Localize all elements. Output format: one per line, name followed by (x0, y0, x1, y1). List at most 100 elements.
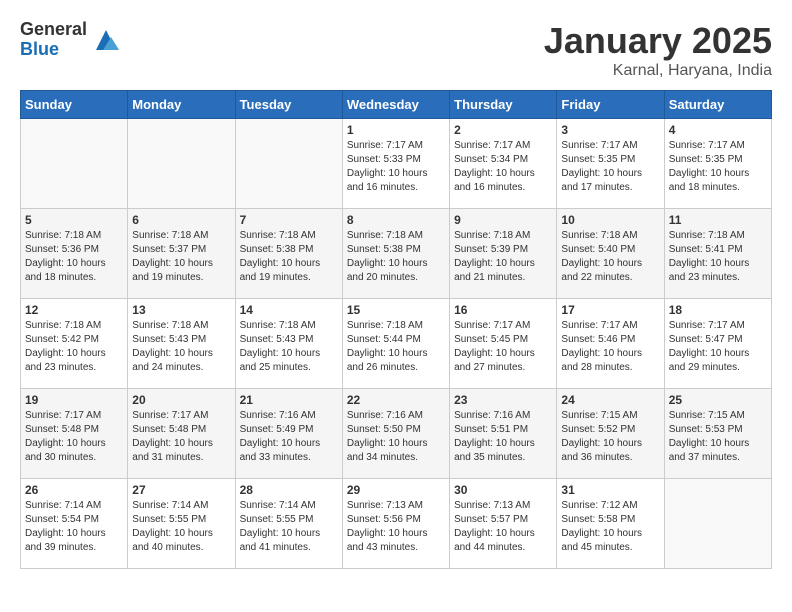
day-number: 20 (132, 393, 230, 407)
day-number: 25 (669, 393, 767, 407)
location-subtitle: Karnal, Haryana, India (544, 62, 772, 80)
day-info: Sunrise: 7:13 AM Sunset: 5:57 PM Dayligh… (454, 499, 552, 555)
weekday-header-sunday: Sunday (21, 91, 128, 119)
day-cell: 17Sunrise: 7:17 AM Sunset: 5:46 PM Dayli… (557, 299, 664, 389)
day-number: 22 (347, 393, 445, 407)
day-info: Sunrise: 7:17 AM Sunset: 5:35 PM Dayligh… (669, 139, 767, 195)
day-cell: 10 Sunrise: 7:18 AM Sunset: 5:40 PM Dayli… (557, 209, 664, 299)
day-info: Sunrise: 7:18 AM Sunset: 5:37 PM Dayligh… (132, 229, 230, 285)
day-cell: 3Sunrise: 7:17 AM Sunset: 5:35 PM Daylig… (557, 119, 664, 209)
day-info: Sunrise: 7:18 AM Sunset: 5:40 PM Dayligh… (561, 229, 659, 285)
day-cell: 21 Sunrise: 7:16 AM Sunset: 5:49 PM Dayli… (235, 389, 342, 479)
day-cell: 28 Sunrise: 7:14 AM Sunset: 5:55 PM Dayli… (235, 479, 342, 569)
day-cell: 26 Sunrise: 7:14 AM Sunset: 5:54 PM Dayli… (21, 479, 128, 569)
day-cell: 14 Sunrise: 7:18 AM Sunset: 5:43 PM Dayli… (235, 299, 342, 389)
day-info: Sunrise: 7:17 AM Sunset: 5:45 PM Dayligh… (454, 319, 552, 375)
logo-general: General (20, 20, 87, 40)
day-info: Sunrise: 7:18 AM Sunset: 5:36 PM Dayligh… (25, 229, 123, 285)
logo-blue: Blue (20, 40, 87, 60)
day-number: 13 (132, 303, 230, 317)
day-number: 31 (561, 483, 659, 497)
day-info: Sunrise: 7:18 AM Sunset: 5:38 PM Dayligh… (240, 229, 338, 285)
day-info: Sunrise: 7:18 AM Sunset: 5:41 PM Dayligh… (669, 229, 767, 285)
day-number: 28 (240, 483, 338, 497)
day-number: 5 (25, 213, 123, 227)
day-cell: 29 Sunrise: 7:13 AM Sunset: 5:56 PM Dayli… (342, 479, 449, 569)
week-row-1: 1 Sunrise: 7:17 AM Sunset: 5:33 PM Daylig… (21, 119, 772, 209)
day-number: 19 (25, 393, 123, 407)
day-info: Sunrise: 7:17 AM Sunset: 5:48 PM Dayligh… (25, 409, 123, 465)
day-cell: 24 Sunrise: 7:15 AM Sunset: 5:52 PM Dayli… (557, 389, 664, 479)
weekday-header-friday: Friday (557, 91, 664, 119)
day-number: 26 (25, 483, 123, 497)
day-cell: 6Sunrise: 7:18 AM Sunset: 5:37 PM Daylig… (128, 209, 235, 299)
logo-icon (91, 25, 121, 55)
day-number: 10 (561, 213, 659, 227)
logo-text: General Blue (20, 20, 87, 60)
day-info: Sunrise: 7:17 AM Sunset: 5:34 PM Dayligh… (454, 139, 552, 195)
weekday-header-wednesday: Wednesday (342, 91, 449, 119)
day-info: Sunrise: 7:16 AM Sunset: 5:51 PM Dayligh… (454, 409, 552, 465)
day-info: Sunrise: 7:14 AM Sunset: 5:54 PM Dayligh… (25, 499, 123, 555)
title-block: January 2025 Karnal, Haryana, India (544, 20, 772, 80)
day-cell: 30 Sunrise: 7:13 AM Sunset: 5:57 PM Dayli… (450, 479, 557, 569)
day-info: Sunrise: 7:18 AM Sunset: 5:44 PM Dayligh… (347, 319, 445, 375)
day-info: Sunrise: 7:15 AM Sunset: 5:52 PM Dayligh… (561, 409, 659, 465)
day-cell: 20 Sunrise: 7:17 AM Sunset: 5:48 PM Dayli… (128, 389, 235, 479)
day-number: 15 (347, 303, 445, 317)
day-number: 4 (669, 123, 767, 137)
day-number: 23 (454, 393, 552, 407)
day-number: 12 (25, 303, 123, 317)
day-cell (664, 479, 771, 569)
day-cell (128, 119, 235, 209)
day-number: 21 (240, 393, 338, 407)
day-info: Sunrise: 7:17 AM Sunset: 5:48 PM Dayligh… (132, 409, 230, 465)
day-cell: 18Sunrise: 7:17 AM Sunset: 5:47 PM Dayli… (664, 299, 771, 389)
day-info: Sunrise: 7:18 AM Sunset: 5:43 PM Dayligh… (240, 319, 338, 375)
day-cell: 19 Sunrise: 7:17 AM Sunset: 5:48 PM Dayli… (21, 389, 128, 479)
day-cell: 25Sunrise: 7:15 AM Sunset: 5:53 PM Dayli… (664, 389, 771, 479)
day-number: 27 (132, 483, 230, 497)
day-cell: 11 Sunrise: 7:18 AM Sunset: 5:41 PM Dayli… (664, 209, 771, 299)
month-title: January 2025 (544, 20, 772, 62)
day-number: 1 (347, 123, 445, 137)
weekday-header-monday: Monday (128, 91, 235, 119)
day-cell: 12 Sunrise: 7:18 AM Sunset: 5:42 PM Dayli… (21, 299, 128, 389)
day-info: Sunrise: 7:18 AM Sunset: 5:43 PM Dayligh… (132, 319, 230, 375)
day-info: Sunrise: 7:16 AM Sunset: 5:49 PM Dayligh… (240, 409, 338, 465)
week-row-4: 19 Sunrise: 7:17 AM Sunset: 5:48 PM Dayli… (21, 389, 772, 479)
day-cell: 9 Sunrise: 7:18 AM Sunset: 5:39 PM Daylig… (450, 209, 557, 299)
day-cell: 16 Sunrise: 7:17 AM Sunset: 5:45 PM Dayli… (450, 299, 557, 389)
day-cell: 13 Sunrise: 7:18 AM Sunset: 5:43 PM Dayli… (128, 299, 235, 389)
weekday-header-tuesday: Tuesday (235, 91, 342, 119)
day-number: 24 (561, 393, 659, 407)
day-number: 3 (561, 123, 659, 137)
day-cell: 7 Sunrise: 7:18 AM Sunset: 5:38 PM Daylig… (235, 209, 342, 299)
day-number: 11 (669, 213, 767, 227)
week-row-3: 12 Sunrise: 7:18 AM Sunset: 5:42 PM Dayli… (21, 299, 772, 389)
day-cell: 22Sunrise: 7:16 AM Sunset: 5:50 PM Dayli… (342, 389, 449, 479)
day-cell: 5 Sunrise: 7:18 AM Sunset: 5:36 PM Daylig… (21, 209, 128, 299)
day-cell: 4 Sunrise: 7:17 AM Sunset: 5:35 PM Daylig… (664, 119, 771, 209)
day-info: Sunrise: 7:13 AM Sunset: 5:56 PM Dayligh… (347, 499, 445, 555)
day-info: Sunrise: 7:17 AM Sunset: 5:46 PM Dayligh… (561, 319, 659, 375)
week-row-5: 26 Sunrise: 7:14 AM Sunset: 5:54 PM Dayli… (21, 479, 772, 569)
weekday-header-row: SundayMondayTuesdayWednesdayThursdayFrid… (21, 91, 772, 119)
day-cell: 27 Sunrise: 7:14 AM Sunset: 5:55 PM Dayli… (128, 479, 235, 569)
day-number: 7 (240, 213, 338, 227)
calendar-table: SundayMondayTuesdayWednesdayThursdayFrid… (20, 90, 772, 569)
day-info: Sunrise: 7:17 AM Sunset: 5:33 PM Dayligh… (347, 139, 445, 195)
weekday-header-thursday: Thursday (450, 91, 557, 119)
day-cell: 8Sunrise: 7:18 AM Sunset: 5:38 PM Daylig… (342, 209, 449, 299)
day-info: Sunrise: 7:18 AM Sunset: 5:42 PM Dayligh… (25, 319, 123, 375)
day-info: Sunrise: 7:14 AM Sunset: 5:55 PM Dayligh… (132, 499, 230, 555)
day-info: Sunrise: 7:18 AM Sunset: 5:39 PM Dayligh… (454, 229, 552, 285)
page-header: General Blue January 2025 Karnal, Haryan… (20, 20, 772, 80)
day-number: 29 (347, 483, 445, 497)
day-info: Sunrise: 7:14 AM Sunset: 5:55 PM Dayligh… (240, 499, 338, 555)
day-number: 30 (454, 483, 552, 497)
day-number: 16 (454, 303, 552, 317)
day-number: 14 (240, 303, 338, 317)
day-info: Sunrise: 7:18 AM Sunset: 5:38 PM Dayligh… (347, 229, 445, 285)
day-number: 9 (454, 213, 552, 227)
